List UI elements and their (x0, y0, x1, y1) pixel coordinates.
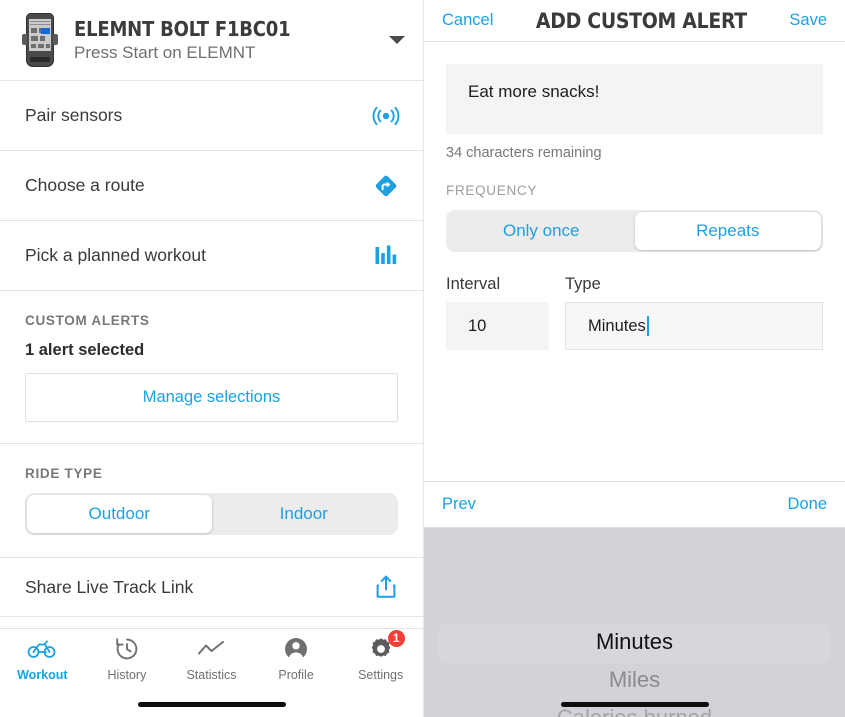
clock-history-icon (114, 635, 140, 663)
section-title-frequency: FREQUENCY (446, 183, 538, 198)
tab-label: Statistics (186, 668, 237, 682)
frequency-option-repeats[interactable]: Repeats (634, 212, 821, 250)
device-status: Press Start on ELEMNT (74, 42, 256, 62)
modal-header: Cancel ADD CUSTOM ALERT Save (424, 0, 845, 42)
picker-prev-button[interactable]: Prev (442, 495, 476, 514)
ride-type-option-outdoor[interactable]: Outdoor (27, 495, 212, 533)
settings-badge: 1 (387, 630, 405, 647)
type-label: Type (565, 275, 601, 293)
type-input[interactable]: Minutes (565, 302, 823, 350)
tab-label: Settings (358, 668, 404, 682)
share-upload-icon (371, 572, 401, 602)
home-indicator (560, 702, 709, 707)
ride-type-option-indoor[interactable]: Indoor (212, 495, 397, 533)
tab-label: Profile (278, 668, 314, 682)
tab-history[interactable]: History (85, 635, 170, 682)
app-screenshot: ELEMNT BOLT F1BC01 Press Start on ELEMNT… (0, 0, 845, 717)
picker-done-button[interactable]: Done (788, 495, 827, 514)
manage-selections-button[interactable]: Manage selections (25, 373, 398, 422)
nav-row-planned-workout[interactable]: Pick a planned workout (0, 221, 423, 290)
nav-label: Choose a route (25, 175, 145, 195)
nav-row-choose-route[interactable]: Choose a route (0, 151, 423, 220)
interval-label: Interval (446, 275, 501, 293)
tab-label: Workout (17, 668, 68, 682)
modal-title: ADD CUSTOM ALERT (535, 8, 747, 33)
broadcast-signal-icon (371, 101, 401, 131)
device-header[interactable]: ELEMNT BOLT F1BC01 Press Start on ELEMNT (0, 0, 423, 80)
share-live-track-label: Share Live Track Link (25, 576, 194, 597)
type-input-value: Minutes (588, 316, 646, 335)
alert-text-input[interactable]: Eat more snacks! (446, 64, 823, 134)
gear-icon: 1 (368, 630, 405, 663)
nav-row-pair-sensors[interactable]: Pair sensors (0, 81, 423, 150)
home-indicator (137, 702, 286, 707)
workout-setup-panel: ELEMNT BOLT F1BC01 Press Start on ELEMNT… (0, 0, 424, 717)
alert-selected-count: 1 alert selected (25, 341, 145, 359)
save-button[interactable]: Save (789, 11, 827, 30)
section-title-custom-alerts: CUSTOM ALERTS (25, 313, 150, 328)
bottom-tab-bar: Workout History Statistics Profile 1 Set… (0, 628, 423, 717)
nav-label: Pair sensors (25, 105, 123, 125)
section-title-ride-type: RIDE TYPE (25, 466, 103, 481)
tab-workout[interactable]: Workout (0, 635, 85, 682)
characters-remaining-label: 34 characters remaining (446, 145, 602, 161)
person-icon (283, 635, 309, 663)
picker-wheel[interactable]: Minutes Miles Calories burned (424, 528, 845, 717)
share-live-track-row[interactable]: Share Live Track Link (0, 558, 423, 616)
modal-body: Eat more snacks! 34 characters remaining… (424, 64, 845, 350)
tab-profile[interactable]: Profile (254, 635, 339, 682)
picker-option-minutes[interactable]: Minutes (424, 623, 845, 661)
ride-type-section: RIDE TYPE Outdoor Indoor (0, 444, 423, 535)
custom-alerts-section: CUSTOM ALERTS 1 alert selected Manage se… (0, 291, 423, 422)
type-picker: Prev Done Minutes Miles Calories burned (424, 481, 845, 717)
line-chart-icon (197, 635, 225, 663)
device-name: ELEMNT BOLT F1BC01 (74, 16, 291, 41)
route-diamond-icon (371, 171, 401, 201)
type-field-group: Type Minutes (565, 275, 823, 350)
chevron-down-icon[interactable] (389, 36, 405, 44)
interval-type-field-row: Interval 10 Type Minutes (446, 275, 823, 350)
text-caret (646, 316, 649, 336)
add-custom-alert-modal: Cancel ADD CUSTOM ALERT Save Eat more sn… (424, 0, 845, 717)
tab-statistics[interactable]: Statistics (169, 635, 254, 682)
tab-label: History (107, 668, 147, 682)
bar-chart-icon (371, 241, 401, 271)
ride-type-segmented-control: Outdoor Indoor (25, 493, 398, 535)
device-text-group: ELEMNT BOLT F1BC01 Press Start on ELEMNT (74, 18, 379, 63)
picker-option-miles[interactable]: Miles (424, 661, 845, 699)
interval-input[interactable]: 10 (446, 302, 549, 350)
interval-field-group: Interval 10 (446, 275, 549, 350)
frequency-segmented-control: Only once Repeats (446, 210, 823, 252)
nav-label: Pick a planned workout (25, 245, 206, 265)
frequency-option-only-once[interactable]: Only once (448, 212, 635, 250)
bike-computer-device-image (22, 12, 58, 68)
cancel-button[interactable]: Cancel (442, 11, 493, 30)
divider (0, 616, 423, 617)
tab-settings[interactable]: 1 Settings (338, 630, 423, 682)
picker-toolbar: Prev Done (424, 482, 845, 528)
bicycle-icon (27, 635, 57, 663)
